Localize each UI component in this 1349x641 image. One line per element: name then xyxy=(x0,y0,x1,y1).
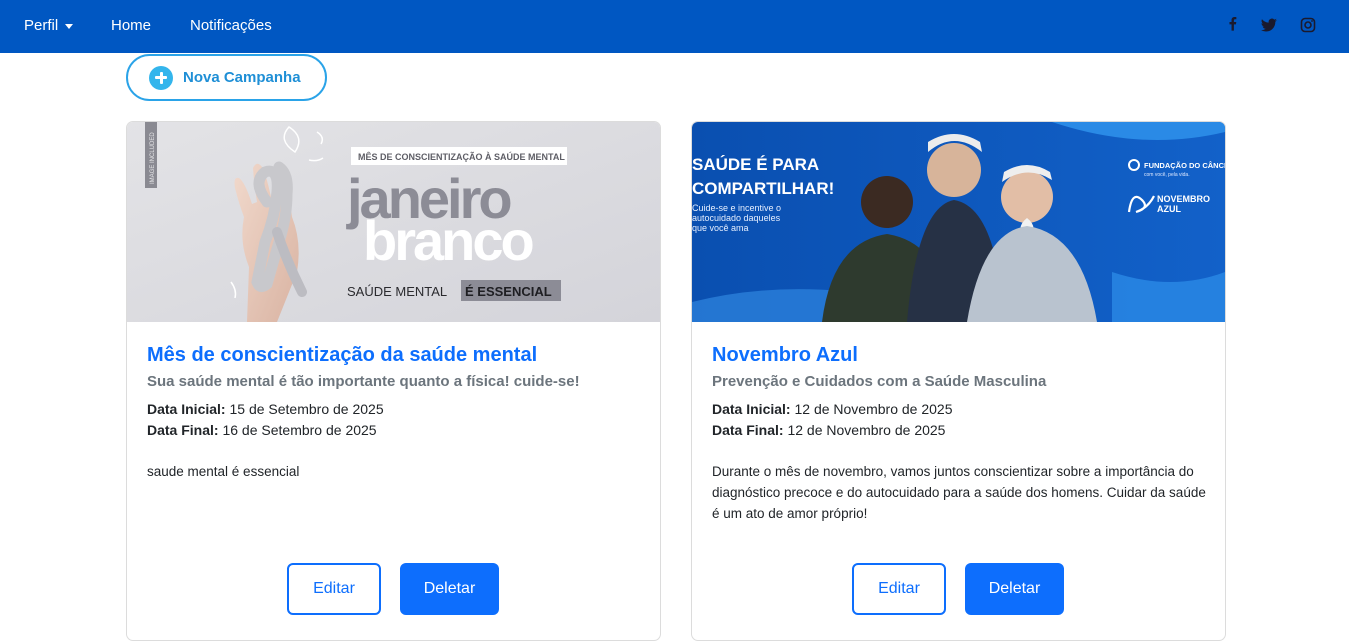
campaign-banner-image: IMAGE INCLUDED MÊS DE CONSCIENTIZAÇÃO À … xyxy=(127,122,660,322)
banner-body-3: que você ama xyxy=(692,223,749,233)
banner-side-text: IMAGE INCLUDED xyxy=(150,132,156,184)
edit-button[interactable]: Editar xyxy=(852,563,946,615)
banner-headline-2: COMPARTILHAR! xyxy=(692,179,834,198)
top-navbar: Perfil Home Notificações xyxy=(0,0,1349,53)
nav-perfil-dropdown[interactable]: Perfil xyxy=(24,17,74,34)
delete-button[interactable]: Deletar xyxy=(965,563,1064,615)
start-date-row: Data Inicial: 12 de Novembro de 2025 xyxy=(712,399,1207,420)
end-date-row: Data Final: 16 de Setembro de 2025 xyxy=(147,420,642,441)
campaign-banner-image: SAÚDE É PARA COMPARTILHAR! Cuide-se e in… xyxy=(692,122,1225,322)
banner-brand-2b: AZUL xyxy=(1157,204,1181,214)
start-date-value: 12 de Novembro de 2025 xyxy=(794,401,953,417)
campaign-card: SAÚDE É PARA COMPARTILHAR! Cuide-se e in… xyxy=(691,121,1226,641)
start-date-row: Data Inicial: 15 de Setembro de 2025 xyxy=(147,399,642,420)
banner-brand-2a: NOVEMBRO xyxy=(1157,194,1210,204)
end-date-value: 12 de Novembro de 2025 xyxy=(787,422,946,438)
nav-notificacoes-link[interactable]: Notificações xyxy=(190,17,272,34)
twitter-icon[interactable] xyxy=(1261,17,1277,33)
plus-circle-icon xyxy=(149,65,173,90)
delete-button[interactable]: Deletar xyxy=(400,563,499,615)
instagram-icon[interactable] xyxy=(1300,17,1316,33)
banner-tag: MÊS DE CONSCIENTIZAÇÃO À SAÚDE MENTAL xyxy=(358,151,565,162)
nav-home-link[interactable]: Home xyxy=(111,17,151,34)
campaign-subtitle: Prevenção e Cuidados com a Saúde Masculi… xyxy=(712,373,1047,390)
banner-brand-1: FUNDAÇÃO DO CÂNCER xyxy=(1144,161,1225,170)
campaign-description: Durante o mês de novembro, vamos juntos … xyxy=(712,464,1206,521)
banner-tagline-b: É ESSENCIAL xyxy=(465,284,552,299)
campaign-card-body: Mês de conscientização da saúde mental S… xyxy=(147,342,642,482)
new-campaign-label: Nova Campanha xyxy=(183,69,301,86)
start-date-label: Data Inicial: xyxy=(147,401,226,417)
banner-body-2: autocuidado daqueles xyxy=(692,213,781,223)
campaign-title: Novembro Azul xyxy=(712,344,858,366)
start-date-label: Data Inicial: xyxy=(712,401,791,417)
banner-word-branco: branco xyxy=(363,209,533,272)
campaign-subtitle: Sua saúde mental é tão importante quanto… xyxy=(147,373,580,390)
banner-tagline-a: SAÚDE MENTAL xyxy=(347,284,447,299)
campaign-card: IMAGE INCLUDED MÊS DE CONSCIENTIZAÇÃO À … xyxy=(126,121,661,641)
nav-perfil-label: Perfil xyxy=(24,17,59,34)
campaign-dates: Data Inicial: 15 de Setembro de 2025 Dat… xyxy=(147,399,642,441)
end-date-value: 16 de Setembro de 2025 xyxy=(222,422,377,438)
end-date-row: Data Final: 12 de Novembro de 2025 xyxy=(712,420,1207,441)
facebook-icon[interactable] xyxy=(1225,17,1241,33)
new-campaign-button[interactable]: Nova Campanha xyxy=(126,54,327,101)
campaign-title: Mês de conscientização da saúde mental xyxy=(147,344,538,366)
end-date-label: Data Final: xyxy=(147,422,219,438)
chevron-down-icon xyxy=(65,23,74,29)
campaign-description: saude mental é essencial xyxy=(147,464,300,479)
campaign-dates: Data Inicial: 12 de Novembro de 2025 Dat… xyxy=(712,399,1207,441)
end-date-label: Data Final: xyxy=(712,422,784,438)
start-date-value: 15 de Setembro de 2025 xyxy=(229,401,384,417)
banner-brand-1-sub: com você, pela vida. xyxy=(1144,172,1190,178)
banner-headline-1: SAÚDE É PARA xyxy=(692,155,819,174)
campaign-card-body: Novembro Azul Prevenção e Cuidados com a… xyxy=(712,342,1207,524)
banner-body-1: Cuide-se e incentive o xyxy=(692,203,781,213)
edit-button[interactable]: Editar xyxy=(287,563,381,615)
